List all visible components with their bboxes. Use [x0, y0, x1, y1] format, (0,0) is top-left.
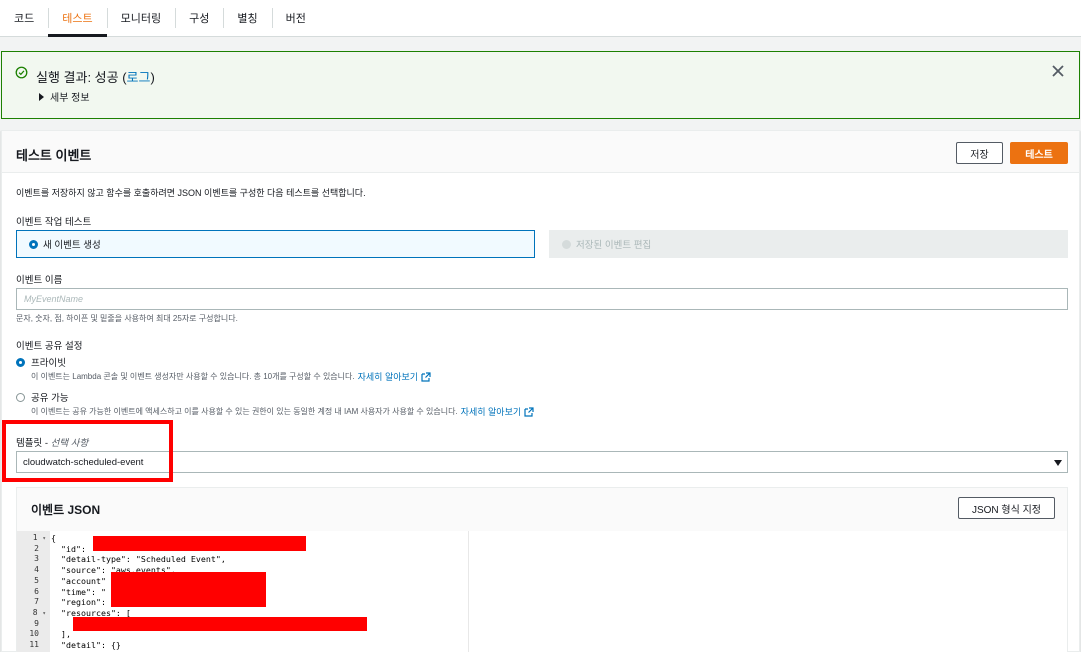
save-button[interactable]: 저장	[956, 142, 1003, 164]
new-event-option[interactable]: 새 이벤트 생성	[16, 230, 535, 258]
redaction-block	[73, 617, 367, 631]
template-optional-text: 선택 사항	[50, 438, 89, 449]
redaction-block	[93, 536, 306, 551]
template-label: 템플릿 - 선택 사항	[16, 435, 88, 449]
success-flash: 실행 결과: 성공 (로그) 세부 정보	[1, 51, 1080, 119]
tab-aliases[interactable]: 별칭	[223, 0, 271, 36]
details-expander[interactable]: 세부 정보	[39, 89, 90, 104]
event-action-label: 이벤트 작업 테스트	[16, 217, 92, 228]
line-number: 8 ▾	[32, 607, 46, 617]
test-button[interactable]: 테스트	[1010, 142, 1068, 164]
code-line: "account"	[51, 575, 106, 586]
line-number-gutter: 1 ▾ 2 3 4 5 6 7 8 ▾ 9 10 11	[17, 531, 50, 652]
line-number: 2	[34, 543, 39, 553]
caret-right-icon	[39, 92, 44, 101]
editor-print-margin	[468, 531, 469, 652]
radio-selected-icon	[29, 239, 38, 249]
tab-monitoring[interactable]: 모니터링	[106, 0, 175, 36]
line-number: 9	[34, 618, 39, 628]
tab-test[interactable]: 테스트	[48, 0, 108, 37]
format-json-button[interactable]: JSON 형식 지정	[958, 497, 1055, 519]
tab-code[interactable]: 코드	[0, 0, 48, 36]
external-link-icon	[421, 371, 431, 382]
code-line: "detail-type": "Scheduled Event",	[51, 554, 226, 565]
test-event-panel: 테스트 이벤트 저장 테스트 이벤트를 저장하지 않고 함수를 호출하려면 JS…	[1, 130, 1080, 652]
line-number: 6	[34, 586, 39, 596]
learn-more-link[interactable]: 자세히 알아보기	[461, 405, 521, 418]
line-number: 4	[34, 565, 39, 575]
panel-title: 테스트 이벤트	[16, 148, 92, 163]
flash-title: 실행 결과: 성공 (로그)	[36, 67, 155, 86]
shareable-label: 공유 가능	[31, 393, 69, 404]
line-number: 11	[29, 640, 39, 649]
tab-bar: 코드 테스트 모니터링 구성 별칭 버전	[0, 0, 1081, 37]
close-icon[interactable]	[1051, 64, 1065, 78]
saved-event-option: 저장된 이벤트 편집	[549, 230, 1068, 258]
code-line: {	[51, 533, 56, 543]
details-label: 세부 정보	[50, 93, 90, 104]
shareable-option[interactable]: 공유 가능	[16, 390, 69, 404]
panel-header: 테스트 이벤트 저장 테스트	[2, 131, 1079, 173]
private-label: 프라이빗	[31, 358, 66, 369]
line-number: 3	[34, 554, 39, 564]
code-line: "region":	[51, 597, 106, 608]
flash-title-text: 실행 결과: 성공 (	[36, 70, 127, 85]
log-link[interactable]: 로그	[127, 70, 151, 85]
tab-configuration[interactable]: 구성	[175, 0, 223, 36]
json-editor[interactable]: 1 ▾ 2 3 4 5 6 7 8 ▾ 9 10 11 { "id": "det…	[17, 531, 1067, 652]
redaction-block	[111, 572, 266, 607]
code-line: ],	[51, 629, 71, 640]
caret-down-icon	[1054, 460, 1062, 466]
tab-versions[interactable]: 버전	[271, 0, 320, 36]
check-circle-icon	[15, 66, 28, 79]
line-number: 10	[29, 629, 39, 639]
saved-event-label: 저장된 이벤트 편집	[576, 240, 652, 251]
learn-more-link[interactable]: 자세히 알아보기	[358, 370, 418, 383]
event-json-panel: 이벤트 JSON JSON 형식 지정 1 ▾ 2 3 4 5 6 7 8 ▾ …	[16, 487, 1068, 652]
code-line: "time": "	[51, 586, 106, 597]
event-json-header: 이벤트 JSON JSON 형식 지정	[17, 488, 1067, 531]
code-line: "id":	[51, 543, 91, 554]
private-description: 이 이벤트는 Lambda 콘솔 및 이벤트 생성자만 사용할 수 있습니다. …	[31, 370, 431, 383]
sharing-label: 이벤트 공유 설정	[16, 341, 83, 352]
template-select[interactable]: cloudwatch-scheduled-event	[16, 451, 1068, 473]
line-number: 5	[34, 575, 39, 585]
new-event-label: 새 이벤트 생성	[43, 240, 101, 251]
shareable-desc-text: 이 이벤트는 공유 가능한 이벤트에 액세스하고 이를 사용할 수 있는 권한이…	[31, 407, 458, 416]
panel-description: 이벤트를 저장하지 않고 함수를 호출하려면 JSON 이벤트를 구성한 다음 …	[16, 188, 366, 198]
private-desc-text: 이 이벤트는 Lambda 콘솔 및 이벤트 생성자만 사용할 수 있습니다. …	[31, 372, 355, 381]
line-number: 7	[34, 597, 39, 607]
event-name-hint: 문자, 숫자, 점, 하이픈 및 밑줄을 사용하여 최대 25자로 구성합니다.	[16, 314, 238, 323]
private-option[interactable]: 프라이빗	[16, 355, 66, 369]
template-select-value: cloudwatch-scheduled-event	[23, 457, 144, 468]
template-label-text: 템플릿 -	[16, 438, 51, 449]
code-line: "detail": {}	[51, 640, 121, 650]
shareable-description: 이 이벤트는 공유 가능한 이벤트에 액세스하고 이를 사용할 수 있는 권한이…	[31, 405, 534, 418]
flash-title-suffix: )	[150, 70, 155, 85]
event-name-input[interactable]: MyEventName	[16, 288, 1068, 310]
event-name-label: 이벤트 이름	[16, 275, 63, 286]
line-number: 1 ▾	[32, 533, 46, 542]
radio-unselected-icon	[16, 392, 25, 402]
radio-selected-icon	[16, 357, 25, 367]
external-link-icon	[524, 406, 534, 417]
event-json-title: 이벤트 JSON	[31, 503, 101, 517]
radio-disabled-icon	[562, 239, 571, 249]
